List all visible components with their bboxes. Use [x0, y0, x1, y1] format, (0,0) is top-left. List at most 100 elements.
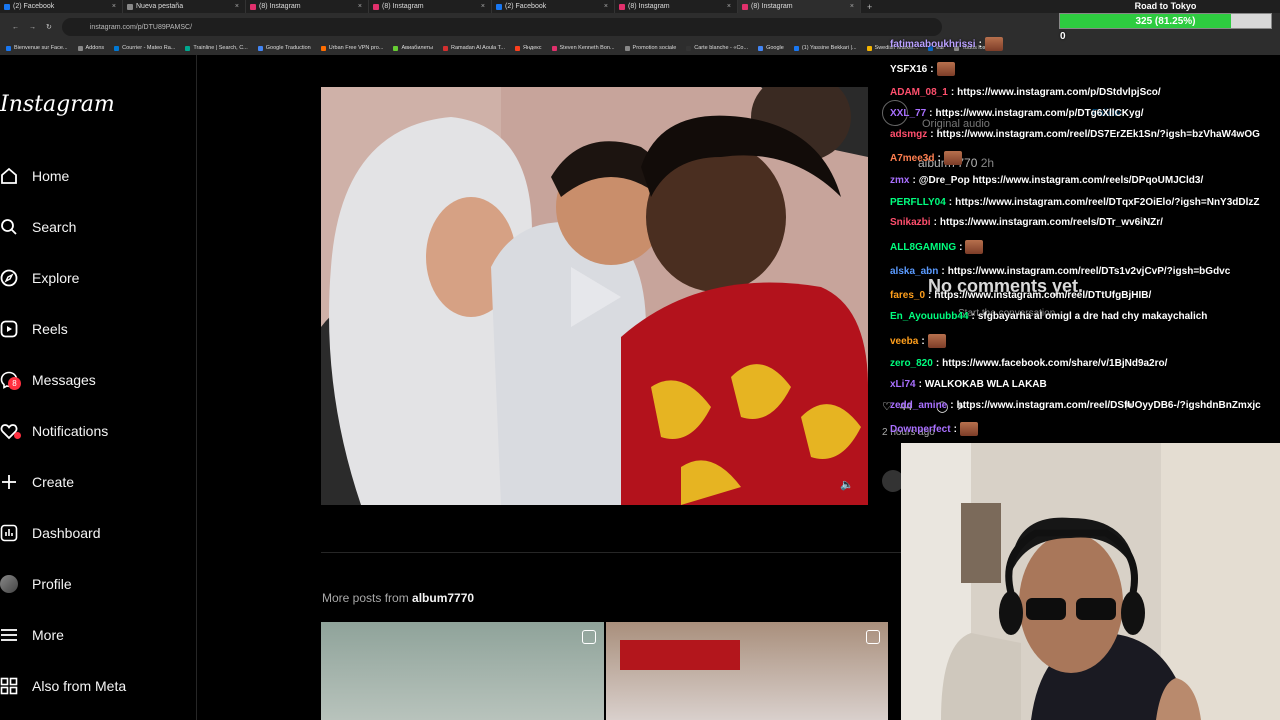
sidebar-item-also-from-meta[interactable]: Also from Meta	[0, 666, 190, 706]
divider	[321, 552, 901, 553]
chat-separator: :	[941, 266, 945, 277]
chat-separator: :	[950, 87, 955, 98]
bookmark-item[interactable]: Addons	[77, 45, 104, 51]
close-icon[interactable]: ×	[604, 3, 608, 10]
chat-username: zero_820	[890, 358, 933, 369]
more-posts-user[interactable]: album7770	[412, 591, 474, 605]
instagram-logo[interactable]: Instagram	[0, 92, 115, 117]
chat-message: XXL_77: https://www.instagram.com/p/DTg6X…	[890, 108, 1143, 119]
sidebar-item-home[interactable]: Home	[0, 156, 190, 196]
chat-message: zedd_amine: https://www.instagram.com/ree…	[890, 400, 1261, 411]
new-tab-icon[interactable]: +	[861, 0, 872, 13]
sidebar-item-label: Notifications	[32, 423, 109, 439]
chart-icon	[0, 524, 18, 542]
sidebar-item-notifications[interactable]: Notifications	[0, 411, 190, 451]
bookmark-item[interactable]: Google	[758, 45, 784, 51]
bookmark-favicon	[77, 45, 83, 51]
chat-separator: :	[929, 108, 933, 119]
chat-message: ADAM_08_1: https://www.instagram.com/p/DS…	[890, 87, 1161, 98]
sidebar-item-explore[interactable]: Explore	[0, 258, 190, 298]
chat-separator: :	[930, 63, 934, 75]
bookmark-label: Google	[766, 45, 784, 51]
post-video[interactable]: 🔈	[321, 87, 868, 505]
tab-label: (8) Instagram	[259, 3, 301, 10]
browser-tab[interactable]: (8) Instagram ×	[738, 0, 861, 13]
bookmark-item[interactable]: Carte blanche - «Co...	[686, 45, 748, 51]
chat-text: https://www.instagram.com/p/DStdvlpjSco/	[957, 87, 1161, 98]
chat-text: WALKOKAB WLA LAKAB	[924, 379, 1047, 390]
bookmark-favicon	[442, 45, 448, 51]
bookmark-favicon	[866, 45, 872, 51]
chat-username: YSFX16	[890, 63, 928, 75]
close-icon[interactable]: ×	[358, 3, 362, 10]
bookmark-item[interactable]: Courrier - Mateo Ra...	[114, 45, 175, 51]
post-thumbnail[interactable]	[321, 622, 604, 720]
chat-username: Snikazbi	[890, 217, 931, 228]
notification-dot	[14, 432, 21, 439]
browser-tab[interactable]: (8) Instagram ×	[246, 0, 369, 13]
bookmark-favicon	[551, 45, 557, 51]
tab-favicon	[250, 3, 256, 10]
close-icon[interactable]: ×	[235, 3, 239, 10]
menu-icon	[1, 629, 17, 641]
bookmark-item[interactable]: Urban Free VPN pro...	[320, 45, 383, 51]
bookmark-item[interactable]: Яндекс	[515, 45, 542, 51]
tab-label: (8) Instagram	[751, 3, 793, 10]
tab-favicon	[4, 3, 10, 10]
post-thumbnail[interactable]	[606, 622, 888, 720]
bookmark-favicon	[793, 45, 799, 51]
browser-tab[interactable]: (2) Facebook ×	[492, 0, 615, 13]
bookmark-item[interactable]: Trainline | Search, C...	[185, 45, 248, 51]
browser-tab[interactable]: Nueva pestaña ×	[123, 0, 246, 13]
sidebar-item-label: Explore	[32, 270, 80, 286]
bookmark-favicon	[114, 45, 120, 51]
forward-icon[interactable]: →	[29, 24, 36, 31]
close-icon[interactable]: ×	[850, 3, 854, 10]
bookmark-item[interactable]: Bienvenue sur Face...	[6, 45, 68, 51]
chat-username: fatimaaboukhrissi	[890, 38, 976, 50]
bookmark-item[interactable]: Promotion sociale	[624, 45, 676, 51]
close-icon[interactable]: ×	[481, 3, 485, 10]
mute-icon[interactable]: 🔈	[840, 478, 854, 491]
chat-message: ALL8GAMING:	[890, 240, 984, 254]
address-bar[interactable]: instagram.com/p/DTU89PAMSC/	[61, 18, 942, 36]
bookmark-favicon	[6, 45, 11, 51]
back-icon[interactable]: ←	[12, 24, 19, 31]
bookmark-favicon	[393, 45, 399, 51]
bookmark-item[interactable]: Google Traduction	[257, 45, 311, 51]
sidebar-item-messages[interactable]: 8 Messages	[0, 360, 190, 400]
reload-icon[interactable]: ↻	[46, 23, 52, 31]
sidebar-item-profile[interactable]: Profile	[0, 564, 190, 604]
browser-tab[interactable]: (8) Instagram ×	[369, 0, 492, 13]
chat-message: fares_0: https://www.instagram.com/reel/D…	[890, 290, 1151, 301]
chat-separator: :	[978, 38, 982, 50]
sidebar-item-more[interactable]: More	[0, 615, 190, 655]
bookmark-item[interactable]: Steven Kenneth Bon...	[551, 45, 615, 51]
bookmark-item[interactable]: (1) Yassine Bekkari |...	[793, 45, 857, 51]
bookmark-item[interactable]: Авиабилеты	[393, 45, 433, 51]
chat-username: zedd_amine	[890, 400, 948, 411]
tab-favicon	[127, 3, 133, 10]
tab-favicon	[373, 3, 379, 10]
chat-username: veeba	[890, 335, 919, 347]
sidebar-item-create[interactable]: Create	[0, 462, 190, 502]
play-icon[interactable]	[571, 267, 621, 327]
bookmark-label: Google Traduction	[265, 45, 311, 51]
author-time: 2h	[980, 156, 995, 170]
chat-username: XXL_77	[890, 108, 927, 119]
sidebar-item-reels[interactable]: Reels	[0, 309, 190, 349]
chat-username: zmx	[890, 175, 910, 186]
sidebar-item-label: Also from Meta	[32, 678, 127, 694]
browser-tab[interactable]: (8) Instagram ×	[615, 0, 738, 13]
bookmark-item[interactable]: Ramadan Al Aoula T...	[442, 45, 505, 51]
sidebar-item-dashboard[interactable]: Dashboard	[0, 513, 190, 553]
close-icon[interactable]: ×	[112, 3, 116, 10]
browser-tab[interactable]: (2) Facebook ×	[0, 0, 123, 13]
sidebar-item-label: Reels	[32, 321, 68, 337]
chat-emote-icon	[984, 37, 1003, 51]
chat-separator: :	[928, 290, 932, 301]
chat-separator: :	[933, 217, 937, 228]
sidebar-item-search[interactable]: Search	[0, 207, 190, 247]
close-icon[interactable]: ×	[727, 3, 731, 10]
more-posts-prefix: More posts from	[322, 591, 409, 605]
